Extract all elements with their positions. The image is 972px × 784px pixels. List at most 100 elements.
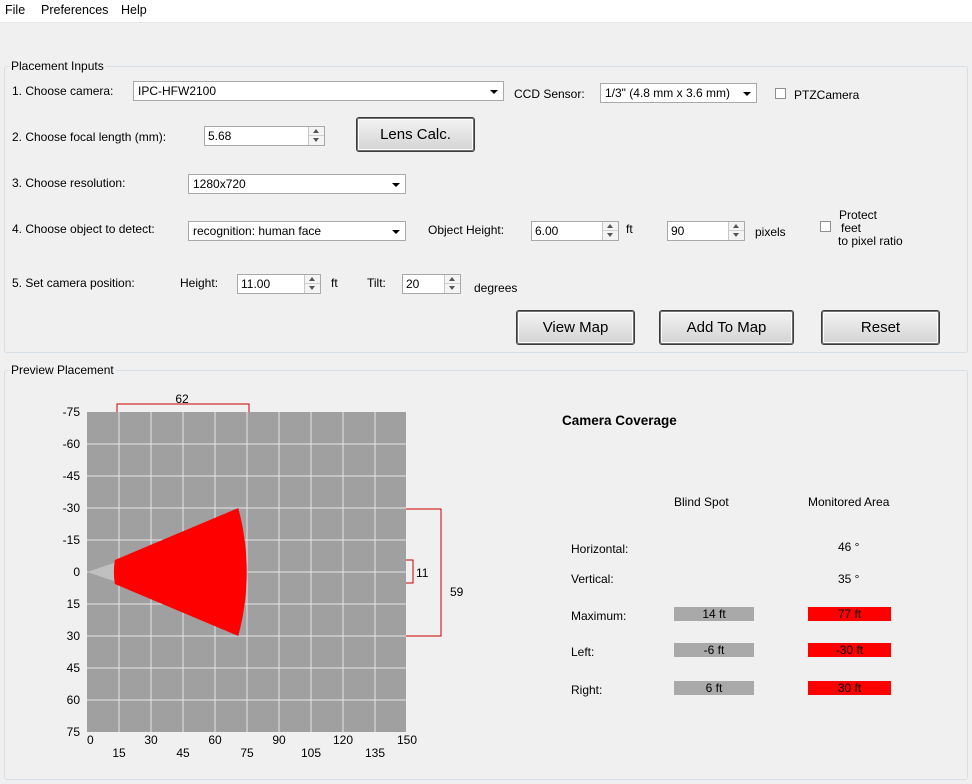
x-tick-label: 90 — [272, 733, 286, 747]
protect-label-line3: to pixel ratio — [838, 234, 903, 248]
tilt-unit: degrees — [474, 281, 518, 295]
x-tick-label: 135 — [365, 746, 385, 760]
object-value: recognition: human face — [193, 224, 322, 238]
y-tick-label: -15 — [63, 533, 81, 547]
protect-label-line2: feet — [841, 221, 862, 235]
ptz-camera-checkbox[interactable] — [775, 88, 786, 99]
tilt-label: Tilt: — [367, 276, 386, 290]
dim-top-label: 62 — [175, 392, 189, 406]
menu-preferences[interactable]: Preferences — [41, 3, 108, 17]
tilt-input[interactable] — [403, 275, 446, 293]
resolution-select[interactable]: 1280x720 — [188, 174, 406, 194]
pixels-input[interactable] — [668, 222, 729, 240]
vertical-label: Vertical: — [571, 572, 614, 586]
y-tick-label: -75 — [63, 405, 81, 419]
dim-right-small-bracket — [406, 559, 414, 584]
view-map-button[interactable]: View Map — [517, 311, 634, 344]
spin-up-icon[interactable] — [445, 275, 460, 284]
focal-length-input[interactable] — [205, 127, 308, 145]
chevron-down-icon — [392, 230, 400, 234]
placement-inputs-title: Placement Inputs — [9, 59, 106, 73]
y-tick-label: 60 — [67, 693, 81, 707]
camera-select[interactable]: IPC-HFW2100 — [133, 81, 504, 101]
spin-down-icon[interactable] — [603, 231, 618, 240]
object-height-unit: ft — [626, 222, 633, 236]
ccd-sensor-label: CCD Sensor: — [514, 87, 585, 101]
spin-down-icon[interactable] — [309, 136, 324, 145]
ptz-camera-label: PTZCamera — [794, 88, 860, 102]
x-tick-label: 30 — [144, 733, 158, 747]
y-tick-label: 30 — [67, 629, 81, 643]
spin-up-icon[interactable] — [729, 222, 744, 231]
object-height-label: Object Height: — [428, 223, 505, 237]
spin-up-icon[interactable] — [603, 222, 618, 231]
coverage-title: Camera Coverage — [562, 413, 677, 428]
menu-file[interactable]: File — [5, 3, 25, 17]
object-label: 4. Choose object to detect: — [12, 222, 155, 236]
height-unit: ft — [331, 276, 338, 290]
dim-right-small-label: 11 — [416, 566, 429, 580]
maximum-monitored-value: 77 ft — [808, 607, 891, 621]
height-stepper[interactable] — [237, 274, 321, 294]
object-height-input[interactable] — [532, 222, 603, 240]
object-height-stepper[interactable] — [531, 221, 619, 241]
tilt-stepper[interactable] — [402, 274, 461, 294]
maximum-label: Maximum: — [571, 609, 627, 623]
menu-bar: File Preferences Help — [0, 0, 972, 23]
focal-length-label: 2. Choose focal length (mm): — [12, 130, 167, 144]
y-tick-label: 15 — [67, 597, 81, 611]
spin-down-icon[interactable] — [305, 284, 320, 293]
x-tick-label: 150 — [397, 733, 417, 747]
x-tick-label: 45 — [176, 746, 190, 760]
resolution-label: 3. Choose resolution: — [12, 176, 126, 190]
y-tick-label: -30 — [63, 501, 81, 515]
col-blind-spot: Blind Spot — [674, 495, 729, 509]
add-to-map-button[interactable]: Add To Map — [660, 311, 793, 344]
spin-up-icon[interactable] — [309, 127, 324, 136]
height-label: Height: — [180, 276, 219, 290]
preview-placement-title: Preview Placement — [9, 363, 116, 377]
col-monitored-area: Monitored Area — [808, 495, 890, 509]
menu-help[interactable]: Help — [121, 3, 147, 17]
chevron-down-icon — [743, 92, 751, 96]
chevron-down-icon — [490, 90, 498, 94]
pixels-unit: pixels — [755, 225, 786, 239]
ccd-sensor-select[interactable]: 1/3" (4.8 mm x 3.6 mm) — [600, 83, 757, 103]
spin-up-icon[interactable] — [305, 275, 320, 284]
vertical-value: 35 ° — [838, 572, 860, 586]
x-tick-label: 120 — [333, 733, 353, 747]
placement-inputs-group — [4, 66, 968, 353]
y-tick-label: -45 — [63, 469, 81, 483]
x-tick-label: 0 — [87, 733, 94, 747]
dim-right-large-label: 59 — [450, 585, 464, 599]
right-monitored-value: 30 ft — [808, 681, 891, 695]
camera-position-label: 5. Set camera position: — [12, 276, 135, 290]
y-tick-label: 75 — [67, 725, 81, 739]
spin-down-icon[interactable] — [445, 284, 460, 293]
left-label: Left: — [571, 645, 595, 659]
spin-down-icon[interactable] — [729, 231, 744, 240]
pixels-stepper[interactable] — [667, 221, 745, 241]
y-tick-label: -60 — [63, 437, 81, 451]
choose-camera-label: 1. Choose camera: — [12, 84, 114, 98]
x-tick-label: 75 — [240, 746, 254, 760]
left-blind-value: -6 ft — [674, 643, 754, 657]
camera-select-value: IPC-HFW2100 — [138, 84, 217, 98]
horizontal-value: 46 ° — [838, 540, 860, 554]
lens-calc-button[interactable]: Lens Calc. — [357, 118, 474, 151]
object-select[interactable]: recognition: human face — [188, 221, 406, 241]
reset-button[interactable]: Reset — [822, 311, 939, 344]
y-tick-label: 0 — [73, 565, 80, 579]
focal-length-stepper[interactable] — [204, 126, 325, 146]
maximum-blind-value: 14 ft — [674, 607, 754, 621]
protect-ratio-checkbox[interactable] — [820, 221, 831, 232]
right-blind-value: 6 ft — [674, 681, 754, 695]
chevron-down-icon — [392, 183, 400, 187]
x-tick-label: 60 — [208, 733, 222, 747]
horizontal-label: Horizontal: — [571, 542, 629, 556]
left-monitored-value: -30 ft — [808, 643, 891, 657]
x-tick-label: 105 — [301, 746, 321, 760]
height-input[interactable] — [238, 275, 305, 293]
resolution-value: 1280x720 — [193, 177, 246, 191]
x-tick-label: 15 — [112, 746, 126, 760]
